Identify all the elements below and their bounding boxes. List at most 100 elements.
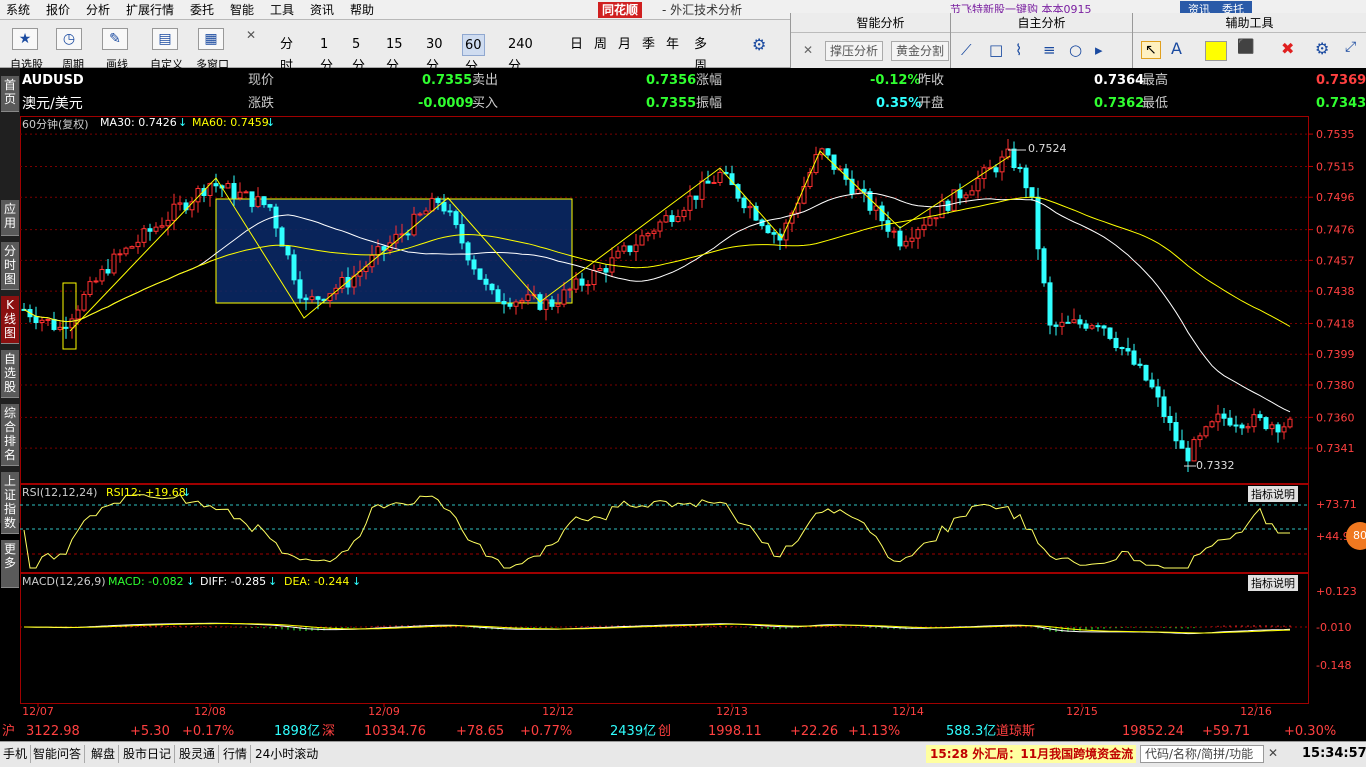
candle-body <box>81 293 87 311</box>
period-240m[interactable]: 240分钟 <box>508 34 533 96</box>
candle-body <box>1233 424 1239 427</box>
period-1m[interactable]: 1分 <box>320 34 333 74</box>
rsi-help-button[interactable]: 指标说明 <box>1248 486 1298 502</box>
candle-body <box>453 211 459 226</box>
period-year[interactable]: 年 <box>666 34 679 56</box>
ellipse-icon[interactable]: ○ <box>1069 41 1082 59</box>
color-swatch-icon[interactable] <box>1205 41 1227 61</box>
delete-icon[interactable]: ✖ <box>1281 39 1294 58</box>
menu-quote[interactable]: 报价 <box>46 0 70 20</box>
period-week[interactable]: 周 <box>594 34 607 56</box>
bottom-24h[interactable]: 24小时滚动 <box>252 745 321 763</box>
sidetab-more[interactable]: 更多 <box>1 540 19 588</box>
cy-label: 创 <box>658 724 672 739</box>
trendline-icon[interactable]: ⟋ <box>961 41 972 59</box>
bottom-qa[interactable]: 智能问答 <box>30 745 86 763</box>
period-15m[interactable]: 15分 <box>386 34 403 74</box>
toolbar-custom[interactable]: ▤ 自定义 <box>150 24 192 71</box>
period-season[interactable]: 季 <box>642 34 655 56</box>
candle-body <box>471 259 477 270</box>
sidetab-home[interactable]: 首页 <box>1 76 19 112</box>
search-icon[interactable]: ✕ <box>1268 746 1278 760</box>
menu-analysis[interactable]: 分析 <box>86 0 110 20</box>
period-5m[interactable]: 5分 <box>352 34 365 74</box>
candle-body <box>909 237 915 242</box>
candle-body <box>1035 196 1041 250</box>
menu-info[interactable]: 资讯 <box>310 0 334 20</box>
macd-tick-label: -0.010 <box>1316 621 1351 634</box>
menu-ext-quote[interactable]: 扩展行情 <box>126 0 174 20</box>
period-tick[interactable]: 分时 <box>280 34 293 74</box>
cursor-icon[interactable]: ↖ <box>1141 41 1161 59</box>
annotation-high: 0.7524 <box>1028 142 1067 155</box>
label-chg-pct: 涨幅 <box>696 73 723 88</box>
candle-body <box>1107 327 1113 339</box>
golden-section-button[interactable]: 黄金分割 <box>891 41 950 61</box>
candle-body <box>1215 413 1221 423</box>
macd-panel: +0.123 -0.010 -0.148 <box>20 585 1357 672</box>
toolbar-watchlist[interactable]: ★ 自选股 <box>8 24 50 71</box>
sidetab-watchlist[interactable]: 自选股 <box>1 350 19 398</box>
toolbar-draw[interactable]: ✎ 画线 <box>100 24 142 71</box>
close-icon[interactable]: ✕ <box>246 28 256 42</box>
search-input[interactable]: 代码/名称/简拼/功能 <box>1140 745 1264 763</box>
settings-gear-icon[interactable]: ⚙ <box>1315 39 1329 58</box>
toolbar-period[interactable]: ◷ 周期 <box>54 24 96 71</box>
price-tick-label: 0.7438 <box>1316 285 1355 298</box>
sh-volume: 1898亿 <box>274 724 321 739</box>
expand-icon[interactable]: ⤢ <box>1345 39 1356 55</box>
sidetab-ranking[interactable]: 综合排名 <box>1 404 19 466</box>
sidetab-apps[interactable]: 应用 <box>1 200 19 236</box>
period-60m[interactable]: 60分 <box>462 34 485 75</box>
menu-help[interactable]: 帮助 <box>350 0 374 20</box>
annotation-low: 0.7332 <box>1196 459 1235 472</box>
parallel-lines-icon[interactable]: ≡ <box>1043 41 1056 59</box>
candle-body <box>459 224 465 244</box>
period-month[interactable]: 月 <box>618 34 631 56</box>
macd-label: MACD(12,26,9) <box>22 575 106 588</box>
candle-body <box>1089 325 1095 329</box>
rectangle-icon[interactable]: □ <box>989 41 1003 59</box>
candle-body <box>651 230 657 234</box>
candle-body <box>237 191 243 199</box>
news-ticker[interactable]: 15:28 外汇局：11月我国跨境资金流 <box>926 745 1136 763</box>
label-open: 开盘 <box>918 96 945 111</box>
menu-trade[interactable]: 委托 <box>190 0 214 20</box>
bottom-stocklink[interactable]: 股灵通 <box>176 745 220 763</box>
text-tool-icon[interactable]: A <box>1171 39 1182 58</box>
candle-body <box>1053 324 1059 327</box>
macd-tick-label: -0.148 <box>1316 659 1351 672</box>
polyline-icon[interactable]: ⌇ <box>1015 41 1022 59</box>
sidetab-kline[interactable]: K线图 <box>1 296 19 344</box>
rsi-value: RSI12: +19.68 <box>106 486 186 499</box>
chart-svg[interactable]: +73.71+44.97 +0.123-0.010-0.148 0.75350.… <box>20 116 1366 722</box>
period-multi[interactable]: 多周期 <box>694 34 707 96</box>
label-low: 最低 <box>1142 96 1169 111</box>
menu-system[interactable]: 系统 <box>6 0 30 20</box>
candle-body <box>1077 319 1083 325</box>
value-prev-close: 0.7364 <box>1094 73 1145 88</box>
close-icon[interactable]: ✕ <box>803 43 813 57</box>
style-icon[interactable]: ⬛ <box>1237 39 1254 55</box>
candle-body <box>105 269 111 274</box>
sidetab-timeline[interactable]: 分时图 <box>1 242 19 290</box>
candle-body <box>153 226 159 232</box>
float-badge[interactable]: 80 <box>1346 522 1366 550</box>
menu-tools[interactable]: 工具 <box>270 0 294 20</box>
toolbar-multiwindow[interactable]: ▦ 多窗口 <box>196 24 238 71</box>
more-chevron-icon[interactable]: ▸ <box>1095 41 1103 59</box>
period-30m[interactable]: 30分 <box>426 34 443 74</box>
symbol-code: AUDUSD <box>22 73 84 88</box>
candle-body <box>1137 363 1143 366</box>
support-resistance-button[interactable]: 撑压分析 <box>825 41 884 61</box>
candle-body <box>51 318 57 330</box>
sidetab-sh-index[interactable]: 上证指数 <box>1 472 19 534</box>
menu-smart[interactable]: 智能 <box>230 0 254 20</box>
gear-icon[interactable]: ⚙ <box>752 34 766 56</box>
bottom-diary[interactable]: 股市日记 <box>120 745 176 763</box>
period-day[interactable]: 日 <box>570 34 583 56</box>
macd-help-button[interactable]: 指标说明 <box>1248 575 1298 591</box>
bottom-market[interactable]: 行情 <box>220 745 252 763</box>
bottom-analysis[interactable]: 解盘 <box>88 745 120 763</box>
bottom-mobile[interactable]: 手机 <box>0 745 32 763</box>
